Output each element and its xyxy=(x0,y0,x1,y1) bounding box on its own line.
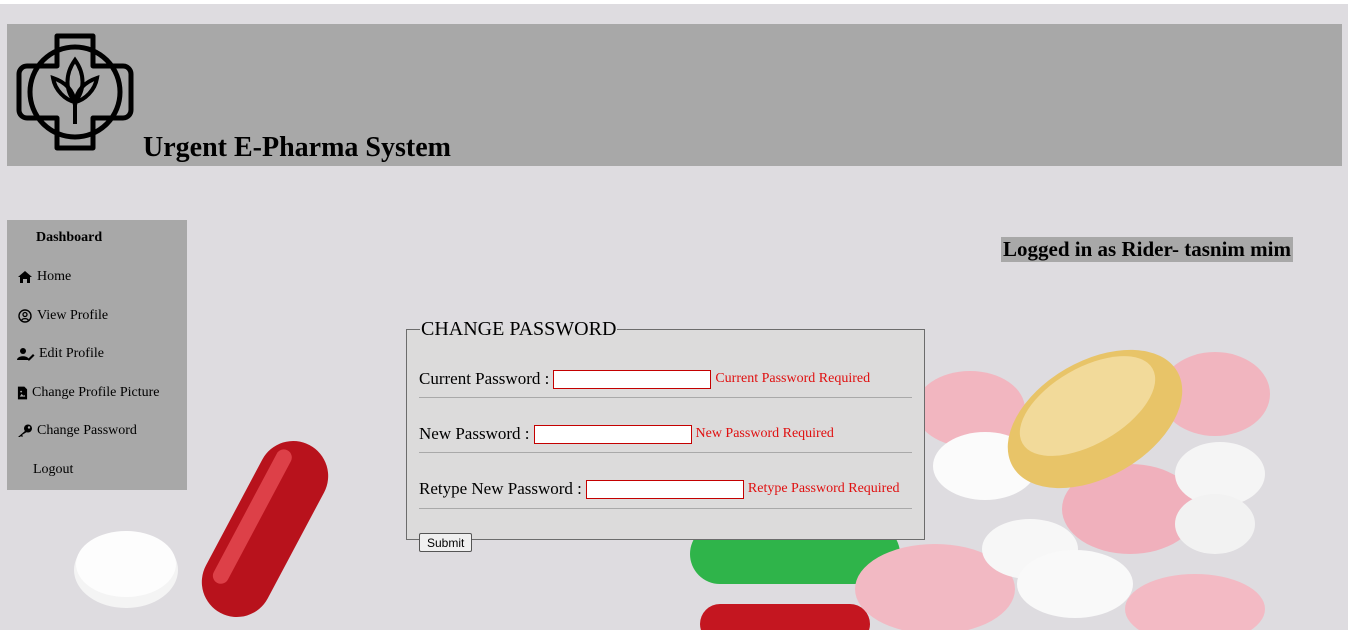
current-password-row: Current Password : Current Password Requ… xyxy=(419,364,911,394)
current-password-label: Current Password : xyxy=(419,369,550,388)
sidebar-item-label: Logout xyxy=(33,462,74,477)
retype-password-input[interactable] xyxy=(585,479,744,499)
current-password-input[interactable] xyxy=(553,369,712,389)
new-password-label: New Password : xyxy=(419,424,530,443)
sidebar-title: Dashboard xyxy=(36,230,103,245)
sidebar-item-change-profile-picture[interactable]: Change Profile Picture xyxy=(17,383,160,403)
pharmacy-logo-icon xyxy=(16,33,134,151)
sidebar-item-label: View Profile xyxy=(37,308,109,323)
retype-password-error: Retype Password Required xyxy=(747,481,900,496)
sidebar-item-logout[interactable]: Logout xyxy=(33,460,73,480)
sidebar-item-label: Edit Profile xyxy=(39,346,104,361)
file-image-icon xyxy=(17,386,28,400)
sidebar-item-label: Change Password xyxy=(37,423,137,438)
sidebar-item-change-password[interactable]: Change Password xyxy=(17,421,137,441)
sidebar-item-label: Home xyxy=(37,269,72,284)
new-password-row: New Password : New Password Required xyxy=(419,419,911,449)
submit-button[interactable]: Submit xyxy=(419,533,473,552)
site-title: Urgent E-Pharma System xyxy=(143,132,451,163)
key-icon xyxy=(18,424,32,437)
new-password-error: New Password Required xyxy=(695,426,834,441)
user-edit-icon xyxy=(17,348,35,361)
retype-password-row: Retype New Password : Retype Password Re… xyxy=(419,474,911,504)
site-header: Urgent E-Pharma System xyxy=(7,24,1342,166)
divider xyxy=(419,508,912,509)
dashboard-sidebar: Dashboard Home View Profile Edit Profile… xyxy=(7,220,187,490)
home-icon xyxy=(18,271,32,283)
sidebar-item-home[interactable]: Home xyxy=(17,267,71,287)
new-password-input[interactable] xyxy=(533,424,692,444)
divider xyxy=(419,452,912,453)
form-legend: CHANGE PASSWORD xyxy=(421,318,617,340)
current-password-error: Current Password Required xyxy=(715,371,871,386)
sidebar-item-view-profile[interactable]: View Profile xyxy=(17,306,108,326)
user-circle-icon xyxy=(18,309,32,323)
sidebar-item-label: Change Profile Picture xyxy=(32,385,160,400)
divider xyxy=(419,397,912,398)
sidebar-item-edit-profile[interactable]: Edit Profile xyxy=(17,344,104,364)
logged-in-status: Logged in as Rider- tasnim mim xyxy=(1001,237,1293,262)
retype-password-label: Retype New Password : xyxy=(419,479,582,498)
change-password-form: CHANGE PASSWORD Current Password : Curre… xyxy=(406,318,925,552)
